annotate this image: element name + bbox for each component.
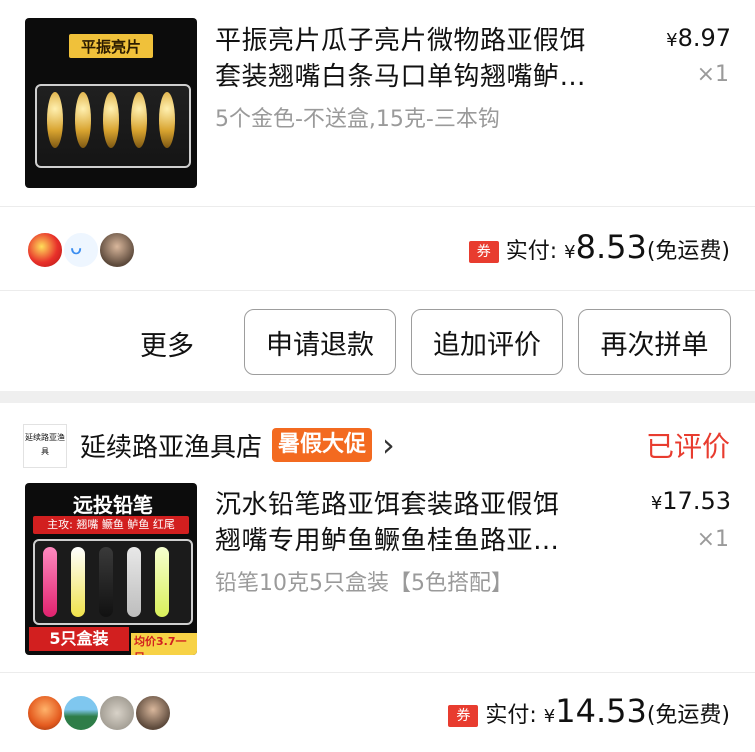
- lure-icon: [75, 92, 91, 148]
- quantity-1: ×1: [696, 62, 729, 87]
- unit-price-2: ¥17.53: [651, 487, 731, 515]
- lure-icon: [131, 92, 147, 148]
- lure-icon: [43, 547, 57, 617]
- title-line: 平振亮片瓜子亮片微物路亚假饵: [215, 26, 587, 56]
- store-logo[interactable]: 延续路亚渔具: [23, 424, 67, 468]
- lure-icon: [103, 92, 119, 148]
- price-value: 8.97: [677, 24, 731, 52]
- lure-icon: [99, 547, 113, 617]
- image-badge: 5只盒装: [29, 627, 129, 651]
- paid-label: 实付:: [485, 703, 537, 728]
- image-badge-price: 均价3.7一只: [131, 633, 197, 655]
- product-title-2[interactable]: 沉水铅笔路亚饵套装路亚假饵 翘嘴专用鲈鱼鳜鱼桂鱼路亚…: [215, 487, 625, 559]
- add-review-button[interactable]: 追加评价: [411, 309, 563, 375]
- title-line: 套装翘嘴白条马口单钩翘嘴鲈…: [215, 62, 587, 92]
- divider: [0, 290, 755, 291]
- sku-spec-1: 5个金色-不送盒,15克-三本钩: [215, 107, 500, 132]
- lure-icon: [159, 92, 175, 148]
- reorder-button[interactable]: 再次拼单: [578, 309, 731, 375]
- lure-icon: [47, 92, 63, 148]
- section-separator: [0, 391, 755, 403]
- product-title-1[interactable]: 平振亮片瓜子亮片微物路亚假饵 套装翘嘴白条马口单钩翘嘴鲈…: [215, 23, 635, 95]
- price-value: 17.53: [662, 487, 731, 515]
- paid-amount: 8.53: [575, 228, 647, 266]
- smiley-icon: ᴗ: [70, 235, 83, 259]
- buyer-avatar[interactable]: [26, 231, 64, 269]
- lure-icon: [71, 547, 85, 617]
- paid-label: 实付:: [505, 239, 558, 264]
- currency-symbol: ¥: [666, 30, 678, 51]
- coupon-icon: 券: [448, 705, 479, 727]
- paid-amount: 14.53: [555, 692, 647, 730]
- promo-badge: 暑假大促: [272, 428, 373, 462]
- image-title: 远投铅笔: [73, 493, 153, 517]
- store-header[interactable]: 延续路亚渔具店 暑假大促 ›: [80, 426, 395, 464]
- buyer-avatar[interactable]: ᴗ: [62, 231, 100, 269]
- coupon-icon: 券: [468, 241, 499, 263]
- shipping-note: (免运费): [646, 703, 730, 728]
- paid-total-2: 券 实付: ¥14.53(免运费): [448, 692, 730, 730]
- refund-button[interactable]: 申请退款: [244, 309, 396, 375]
- paid-total-1: 券 实付: ¥8.53(免运费): [468, 228, 730, 266]
- divider: [0, 672, 755, 673]
- lure-icon: [155, 547, 169, 617]
- store-name: 延续路亚渔具店: [80, 432, 263, 463]
- divider: [0, 206, 755, 207]
- buyer-avatar[interactable]: [62, 694, 100, 732]
- product-image-1[interactable]: 平振亮片: [25, 18, 197, 188]
- currency-symbol: ¥: [543, 706, 556, 727]
- store-logo-text: 延续路亚渔具: [25, 433, 65, 456]
- buyer-avatar[interactable]: [26, 694, 64, 732]
- currency-symbol: ¥: [564, 242, 576, 263]
- order-status: 已评价: [645, 430, 730, 463]
- shipping-note: (免运费): [646, 239, 730, 264]
- sku-spec-2: 铅笔10克5只盒装【5色搭配】: [215, 571, 513, 596]
- image-subtitle: 主攻: 翘嘴 鳜鱼 鲈鱼 红尾: [33, 516, 189, 534]
- chevron-right-icon: ›: [382, 426, 395, 464]
- buyer-avatar[interactable]: [134, 694, 172, 732]
- quantity-2: ×1: [696, 527, 729, 552]
- title-line: 沉水铅笔路亚饵套装路亚假饵: [215, 490, 560, 520]
- unit-price-1: ¥8.97: [666, 24, 731, 52]
- currency-symbol: ¥: [650, 493, 663, 514]
- image-label: 平振亮片: [69, 34, 153, 58]
- buyer-avatar[interactable]: [98, 694, 136, 732]
- more-button[interactable]: 更多: [140, 324, 194, 363]
- buyer-avatar[interactable]: [98, 231, 136, 269]
- lure-icon: [127, 547, 141, 617]
- title-line: 翘嘴专用鲈鱼鳜鱼桂鱼路亚…: [215, 526, 560, 556]
- product-image-2[interactable]: 远投铅笔 主攻: 翘嘴 鳜鱼 鲈鱼 红尾 5只盒装 均价3.7一只: [25, 483, 197, 655]
- lure-box: [33, 539, 193, 625]
